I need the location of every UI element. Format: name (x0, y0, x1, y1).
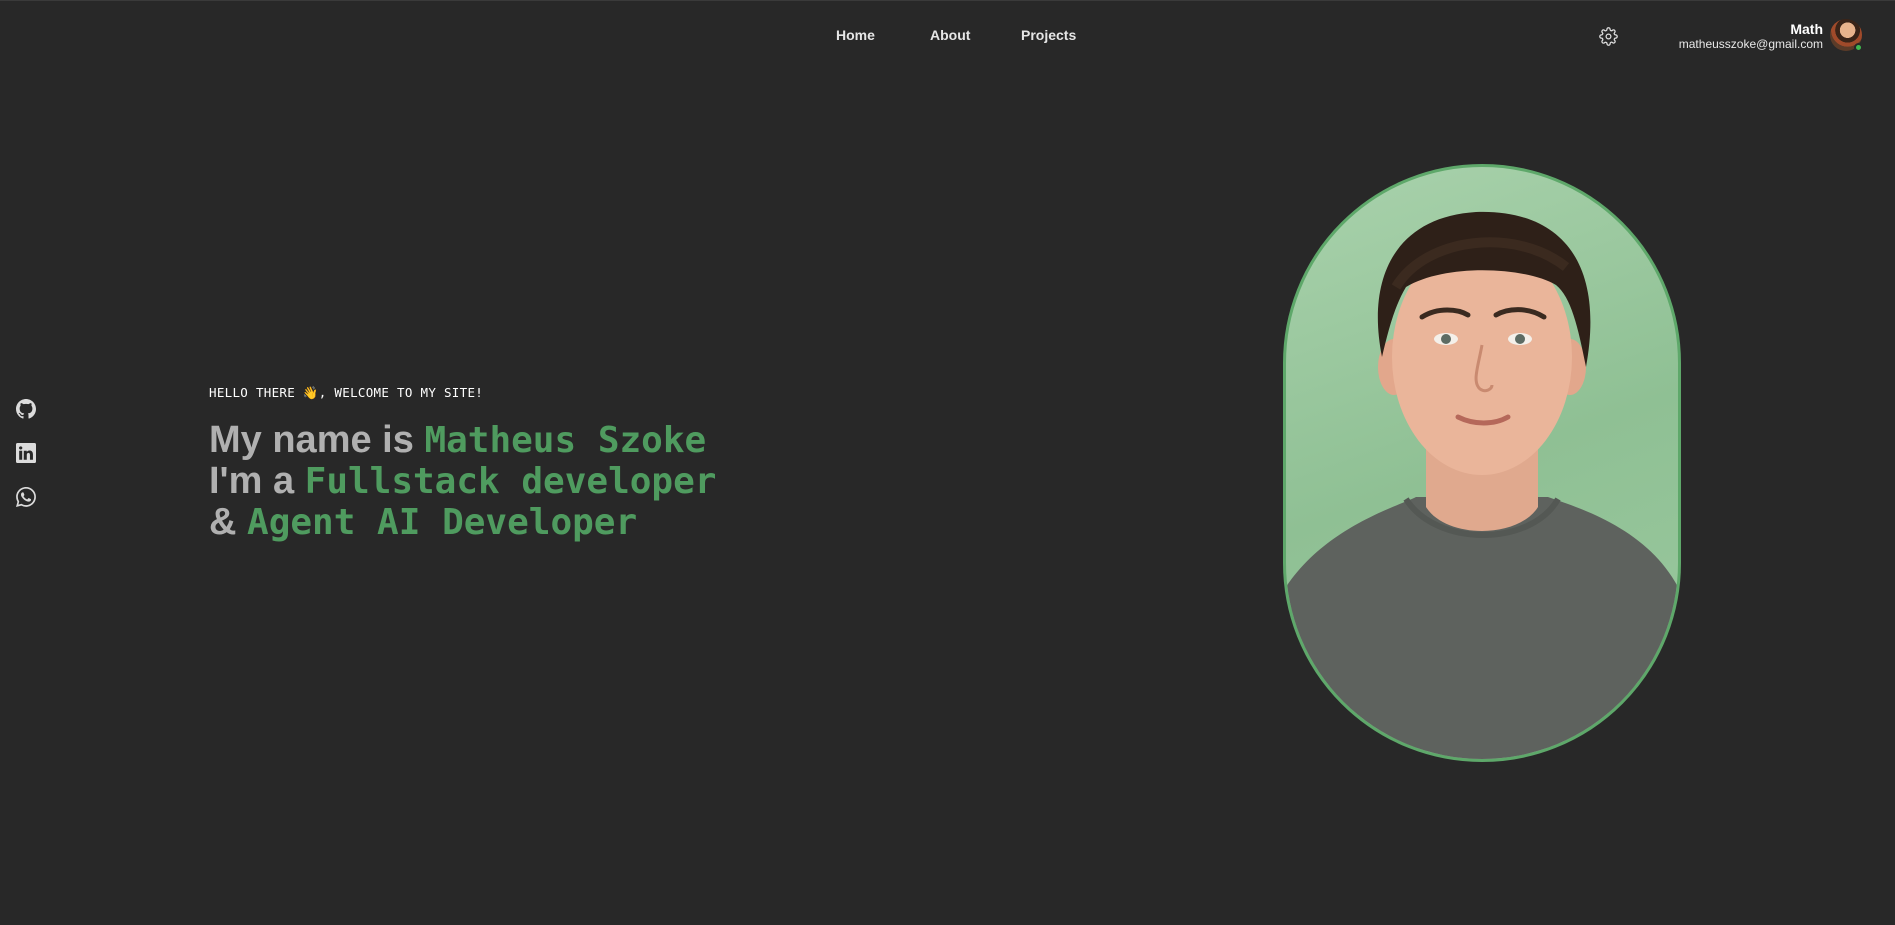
online-status-dot (1854, 43, 1863, 52)
hero-name: Matheus Szoke (424, 420, 707, 461)
hero-heading: My name is Matheus Szoke I'm a Fullstack… (209, 419, 717, 544)
nav-home-link[interactable]: Home (836, 27, 930, 43)
social-links (16, 399, 36, 507)
greeting-text: HELLO THERE 👋, WELCOME TO MY SITE! (209, 385, 484, 400)
user-email: matheusszoke@gmail.com (1678, 37, 1823, 51)
user-info[interactable]: Math matheusszoke@gmail.com (1679, 21, 1823, 52)
settings-button[interactable] (1599, 27, 1618, 46)
avatar[interactable] (1830, 19, 1863, 52)
linkedin-link[interactable] (16, 443, 36, 463)
top-nav: Home About Projects (836, 27, 1076, 43)
whatsapp-icon (16, 486, 36, 507)
hero-line-3: & Agent AI Developer (209, 501, 716, 544)
whatsapp-link[interactable] (16, 486, 36, 507)
hero-line-1: My name is Matheus Szoke (209, 419, 716, 462)
hero-line-1-prefix: My name is (209, 419, 414, 461)
profile-portrait (1283, 164, 1681, 762)
hero-line-2-prefix: I'm a (209, 460, 295, 502)
hero-role-1: Fullstack developer (304, 461, 717, 502)
github-link[interactable] (16, 399, 36, 419)
hero-line-2: I'm a Fullstack developer (209, 460, 717, 503)
hero-line-3-prefix: & (209, 501, 237, 543)
hero-role-2: Agent AI Developer (247, 502, 638, 543)
nav-projects-link[interactable]: Projects (1021, 27, 1076, 43)
nav-about-link[interactable]: About (930, 27, 1021, 43)
page: Home About Projects Math matheusszoke@gm… (0, 0, 1895, 925)
gear-icon (1599, 27, 1618, 46)
user-name: Math (1790, 21, 1823, 37)
portrait-illustration (1286, 211, 1678, 759)
linkedin-icon (16, 443, 36, 463)
github-icon (16, 399, 36, 419)
